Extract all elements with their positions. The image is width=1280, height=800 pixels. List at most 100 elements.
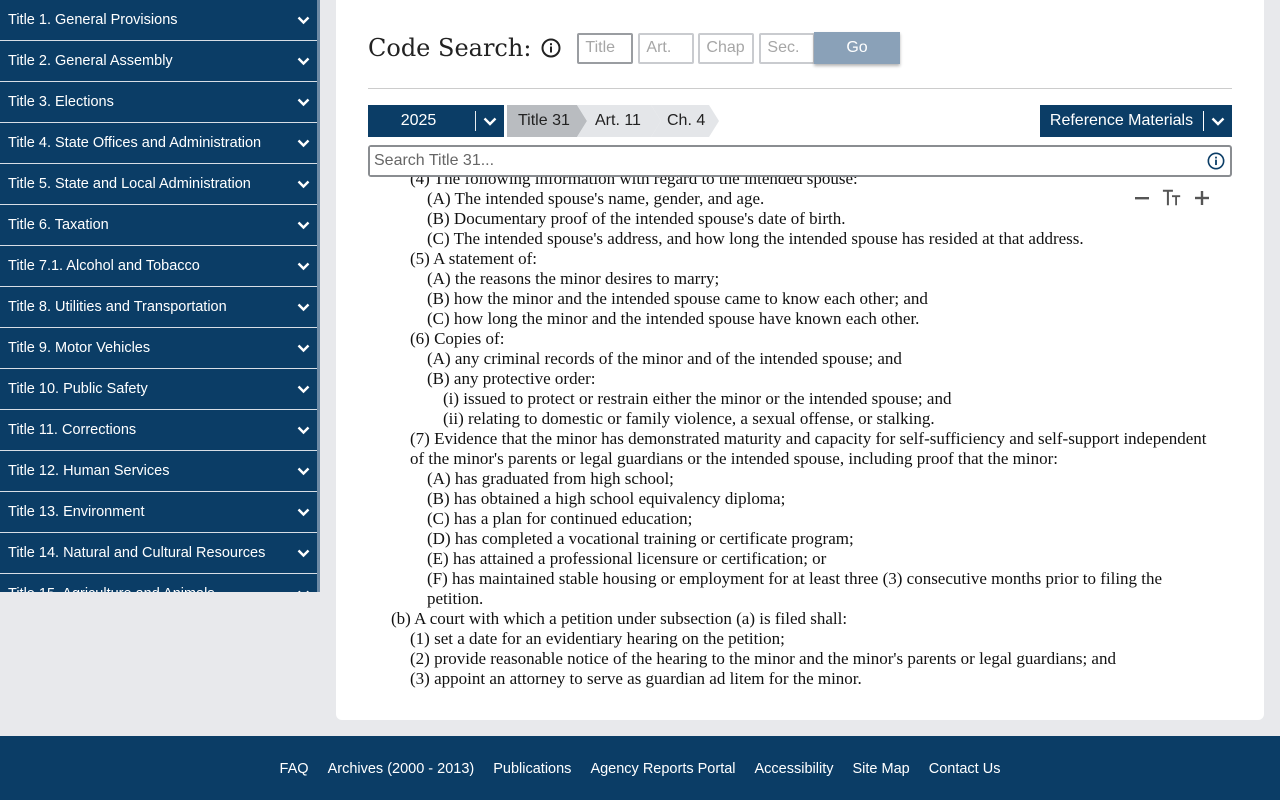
code-search-bar: Code Search: bbox=[368, 32, 816, 64]
minus-icon[interactable] bbox=[1132, 188, 1152, 208]
chevron-down-icon bbox=[476, 117, 504, 126]
sidebar-item[interactable]: Title 7.1. Alcohol and Tobacco bbox=[0, 246, 320, 287]
sidebar-item-label: Title 5. State and Local Administration bbox=[8, 176, 251, 192]
sidebar-item-label: Title 11. Corrections bbox=[8, 422, 137, 438]
chevron-down-icon[interactable] bbox=[296, 505, 310, 519]
statute-text: (4) The following information with regar… bbox=[368, 177, 1232, 689]
year-value: 2025 bbox=[400, 112, 437, 129]
title-search-input[interactable] bbox=[370, 147, 1206, 175]
statute-line: (A) The intended spouse's name, gender, … bbox=[427, 189, 765, 208]
statute-line: (A) has graduated from high school; bbox=[427, 469, 674, 488]
statute-line: (A) the reasons the minor desires to mar… bbox=[427, 269, 720, 288]
sidebar-item-label: Title 4. State Offices and Administratio… bbox=[8, 135, 262, 151]
sidebar-item[interactable]: Title 9. Motor Vehicles bbox=[0, 328, 320, 369]
statute-line: (7) Evidence that the minor has demonstr… bbox=[410, 429, 1207, 468]
statute-line: (A) any criminal records of the minor an… bbox=[427, 349, 902, 368]
reference-materials-label: Reference Materials bbox=[1049, 112, 1194, 129]
year-select[interactable]: 2025 bbox=[368, 105, 504, 137]
chevron-down-icon[interactable] bbox=[296, 423, 310, 437]
chevron-down-icon[interactable] bbox=[296, 341, 310, 355]
chevron-down-icon[interactable] bbox=[296, 136, 310, 150]
sidebar-item[interactable]: Title 5. State and Local Administration bbox=[0, 164, 320, 205]
info-icon[interactable] bbox=[1206, 151, 1226, 171]
chevron-down-icon bbox=[1204, 117, 1232, 126]
statute-line: (2) provide reasonable notice of the hea… bbox=[410, 649, 1116, 668]
sidebar-item[interactable]: Title 11. Corrections bbox=[0, 410, 320, 451]
statute-line: (E) has attained a professional licensur… bbox=[427, 549, 827, 568]
sidebar-item-label: Title 8. Utilities and Transportation bbox=[8, 299, 227, 315]
sidebar-item[interactable]: Title 2. General Assembly bbox=[0, 41, 320, 82]
sidebar-item-label: Title 15. Agriculture and Animals bbox=[8, 586, 215, 592]
sidebar-item[interactable]: Title 6. Taxation bbox=[0, 205, 320, 246]
sidebar-item[interactable]: Title 4. State Offices and Administratio… bbox=[0, 123, 320, 164]
footer-links: FAQ Archives (2000 - 2013) Publications Age… bbox=[0, 761, 1280, 777]
statute-line: (5) A statement of: bbox=[410, 249, 538, 268]
plus-icon[interactable] bbox=[1192, 188, 1212, 208]
sidebar-scrollbar[interactable] bbox=[317, 0, 320, 592]
breadcrumb-title[interactable]: Title 31 bbox=[507, 105, 587, 137]
chevron-down-icon[interactable] bbox=[296, 95, 310, 109]
chevron-down-icon[interactable] bbox=[296, 300, 310, 314]
sidebar-item[interactable]: Title 13. Environment bbox=[0, 492, 320, 533]
footer-link[interactable]: Agency Reports Portal bbox=[590, 761, 735, 777]
sidebar-item-label: Title 13. Environment bbox=[8, 504, 145, 520]
sidebar-item-label: Title 7.1. Alcohol and Tobacco bbox=[8, 258, 200, 274]
info-icon[interactable] bbox=[541, 38, 561, 58]
footer-link[interactable]: Site Map bbox=[852, 761, 909, 777]
chevron-down-icon[interactable] bbox=[296, 218, 310, 232]
sidebar-item-label: Title 6. Taxation bbox=[8, 217, 109, 233]
main-panel: Code Search: Go 2025 Title 31 Art. 11 Ch… bbox=[336, 0, 1264, 720]
section-number-input[interactable] bbox=[759, 32, 816, 64]
title-search-box bbox=[368, 145, 1232, 177]
footer-link[interactable]: Contact Us bbox=[929, 761, 1001, 777]
statute-line: (4) The following information with regar… bbox=[410, 177, 858, 188]
footer-link[interactable]: Accessibility bbox=[755, 761, 834, 777]
sidebar-item[interactable]: Title 8. Utilities and Transportation bbox=[0, 287, 320, 328]
sidebar-item-label: Title 14. Natural and Cultural Resources bbox=[8, 545, 266, 561]
statute-line: (D) has completed a vocational training … bbox=[427, 529, 854, 548]
chevron-down-icon[interactable] bbox=[296, 54, 310, 68]
sidebar-item-label: Title 9. Motor Vehicles bbox=[8, 340, 151, 356]
text-size-icon[interactable] bbox=[1162, 188, 1182, 208]
footer-link[interactable]: Archives (2000 - 2013) bbox=[328, 761, 475, 777]
chapter-number-input[interactable] bbox=[698, 32, 755, 64]
code-search-label: Code Search: bbox=[368, 34, 532, 62]
reference-materials-dropdown[interactable]: Reference Materials bbox=[1040, 105, 1232, 137]
statute-line: (b) A court with which a petition under … bbox=[391, 609, 848, 628]
breadcrumb-article-label: Art. 11 bbox=[595, 112, 641, 129]
sidebar-item-label: Title 10. Public Safety bbox=[8, 381, 148, 397]
sidebar-item[interactable]: Title 14. Natural and Cultural Resources bbox=[0, 533, 320, 574]
article-number-input[interactable] bbox=[638, 32, 695, 64]
sidebar-item[interactable]: Title 12. Human Services bbox=[0, 451, 320, 492]
text-size-controls bbox=[1132, 187, 1212, 209]
chevron-down-icon[interactable] bbox=[296, 259, 310, 273]
chevron-down-icon[interactable] bbox=[296, 382, 310, 396]
chevron-down-icon[interactable] bbox=[296, 587, 310, 592]
statute-line: (B) has obtained a high school equivalen… bbox=[427, 489, 786, 508]
sidebar-item-label: Title 12. Human Services bbox=[8, 463, 170, 479]
site-footer: FAQ Archives (2000 - 2013) Publications Age… bbox=[0, 736, 1280, 800]
statute-line: (B) any protective order: bbox=[427, 369, 596, 388]
divider bbox=[368, 88, 1232, 89]
chevron-down-icon[interactable] bbox=[296, 13, 310, 27]
footer-link[interactable]: FAQ bbox=[280, 761, 309, 777]
statute-line: (1) set a date for an evidentiary hearin… bbox=[410, 629, 785, 648]
chevron-down-icon[interactable] bbox=[296, 546, 310, 560]
sidebar-item-label: Title 1. General Provisions bbox=[8, 12, 178, 28]
statute-text-content: (4) The following information with regar… bbox=[368, 177, 1220, 689]
sidebar-item[interactable]: Title 1. General Provisions bbox=[0, 0, 320, 41]
title-number-input[interactable] bbox=[577, 32, 634, 64]
chevron-down-icon[interactable] bbox=[296, 177, 310, 191]
go-button[interactable]: Go bbox=[814, 32, 900, 64]
statute-line: (C) has a plan for continued education; bbox=[427, 509, 693, 528]
sidebar-item[interactable]: Title 10. Public Safety bbox=[0, 369, 320, 410]
statute-line: (ii) relating to domestic or family viol… bbox=[443, 409, 935, 428]
statute-line: (C) how long the minor and the intended … bbox=[427, 309, 920, 328]
sidebar-item[interactable]: Title 15. Agriculture and Animals bbox=[0, 574, 320, 592]
breadcrumb-article[interactable]: Art. 11 bbox=[577, 105, 661, 137]
breadcrumb-chapter[interactable]: Ch. 4 bbox=[651, 105, 719, 137]
chevron-down-icon[interactable] bbox=[296, 464, 310, 478]
sidebar-item[interactable]: Title 3. Elections bbox=[0, 82, 320, 123]
footer-link[interactable]: Publications bbox=[493, 761, 571, 777]
statute-line: (i) issued to protect or restrain either… bbox=[443, 389, 952, 408]
